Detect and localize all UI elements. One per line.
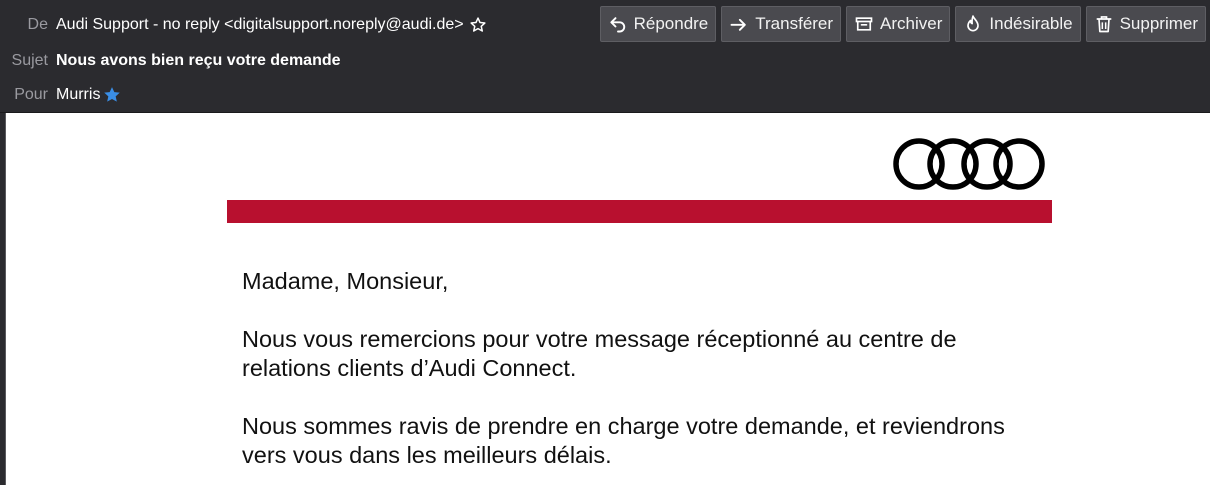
junk-button[interactable]: Indésirable bbox=[955, 6, 1081, 42]
from-row: De Audi Support - no reply <digitalsuppo… bbox=[0, 10, 487, 40]
archive-box-icon bbox=[854, 14, 874, 34]
blue-star-icon bbox=[102, 85, 122, 105]
from-label: De bbox=[27, 16, 48, 33]
forward-label: Transférer bbox=[755, 14, 834, 33]
subject-value: Nous avons bien reçu votre demande bbox=[56, 52, 341, 69]
to-row: Pour Murris bbox=[0, 80, 122, 110]
trash-icon bbox=[1094, 14, 1114, 34]
from-value[interactable]: Audi Support - no reply <digitalsupport.… bbox=[56, 16, 464, 34]
paragraph-followup: Nous sommes ravis de prendre en charge v… bbox=[242, 413, 1005, 468]
email-text: Madame, Monsieur, Nous vous remercions p… bbox=[242, 267, 1042, 485]
message-toolbar: Répondre Transférer Archiver Indésirable… bbox=[599, 6, 1206, 42]
email-body: Madame, Monsieur, Nous vous remercions p… bbox=[6, 114, 1210, 485]
forward-arrow-icon bbox=[729, 14, 749, 34]
reply-label: Répondre bbox=[633, 14, 709, 33]
delete-button[interactable]: Supprimer bbox=[1085, 6, 1206, 42]
junk-label: Indésirable bbox=[989, 14, 1073, 33]
to-label: Pour bbox=[14, 86, 48, 103]
star-outline-icon[interactable] bbox=[469, 16, 487, 34]
brand-red-bar bbox=[227, 200, 1052, 223]
greeting: Madame, Monsieur, bbox=[242, 268, 449, 294]
message-header: De Audi Support - no reply <digitalsuppo… bbox=[0, 0, 1210, 113]
to-value[interactable]: Murris bbox=[56, 86, 100, 104]
subject-row: Sujet Nous avons bien reçu votre demande bbox=[0, 46, 341, 76]
archive-label: Archiver bbox=[880, 14, 943, 33]
audi-rings-logo bbox=[891, 135, 1047, 193]
paragraph-thanks: Nous vous remercions pour votre message … bbox=[242, 326, 957, 381]
flame-icon bbox=[963, 14, 983, 34]
delete-label: Supprimer bbox=[1119, 14, 1198, 33]
reply-arrow-icon bbox=[608, 14, 628, 34]
forward-button[interactable]: Transférer bbox=[721, 6, 842, 42]
reply-button[interactable]: Répondre bbox=[599, 6, 717, 42]
archive-button[interactable]: Archiver bbox=[846, 6, 951, 42]
subject-label: Sujet bbox=[11, 52, 48, 69]
